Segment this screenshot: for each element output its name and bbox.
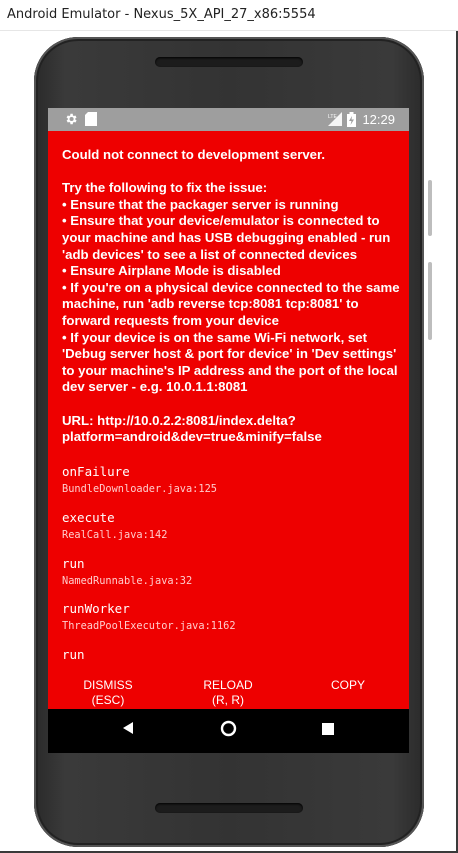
dismiss-button[interactable]: DISMISS (ESC) bbox=[72, 678, 144, 708]
power-button[interactable] bbox=[428, 180, 432, 236]
bottom-speaker-grille bbox=[155, 803, 303, 813]
error-bullet: • Ensure that the packager server is run… bbox=[62, 196, 339, 212]
error-message: Could not connect to development server.… bbox=[62, 147, 402, 446]
error-bullet: • Ensure Airplane Mode is disabled bbox=[62, 263, 281, 279]
stack-frame-file: RealCall.java:142 bbox=[62, 529, 168, 541]
stack-frame-method: onFailure bbox=[62, 464, 130, 479]
stack-frame[interactable]: run bbox=[62, 647, 392, 666]
stack-frame-method: run bbox=[62, 647, 85, 662]
stack-frame-file: BundleDownloader.java:125 bbox=[62, 483, 217, 495]
error-intro: Try the following to fix the issue: bbox=[62, 180, 268, 196]
lte-signal-icon: LTE bbox=[328, 112, 342, 131]
recents-icon[interactable] bbox=[322, 722, 334, 740]
emulator-title-bar: Android Emulator - Nexus_5X_API_27_x86:5… bbox=[0, 0, 458, 31]
error-title: Could not connect to development server. bbox=[62, 147, 326, 162]
redbox-action-bar: DISMISS (ESC) RELOAD (R, R) COPY bbox=[48, 678, 409, 710]
error-bullet: • If you're on a physical device connect… bbox=[62, 279, 400, 328]
gear-icon bbox=[64, 112, 78, 131]
error-bullet: • Ensure that your device/emulator is co… bbox=[62, 213, 391, 262]
device-screen[interactable]: LTE 12:29 Could not connect to developme… bbox=[48, 108, 409, 753]
battery-charging-icon bbox=[347, 112, 356, 132]
top-speaker-grille bbox=[155, 57, 303, 67]
stack-frame-method: runWorker bbox=[62, 601, 130, 616]
stack-frame[interactable]: onFailure BundleDownloader.java:125 bbox=[62, 464, 392, 495]
stack-frame[interactable]: runWorker ThreadPoolExecutor.java:1162 bbox=[62, 601, 392, 632]
stack-frame[interactable]: execute RealCall.java:142 bbox=[62, 510, 392, 541]
stack-frame-file: ThreadPoolExecutor.java:1162 bbox=[62, 620, 236, 632]
navigation-bar bbox=[48, 709, 409, 753]
clock: 12:29 bbox=[362, 112, 395, 127]
stack-frame-method: run bbox=[62, 556, 85, 571]
redbox-error-screen[interactable]: Could not connect to development server.… bbox=[48, 131, 409, 709]
svg-text:LTE: LTE bbox=[328, 114, 337, 120]
stack-frame-file: NamedRunnable.java:32 bbox=[62, 575, 193, 587]
home-icon[interactable] bbox=[220, 720, 237, 742]
back-icon[interactable] bbox=[121, 720, 135, 741]
reload-button[interactable]: RELOAD (R, R) bbox=[192, 678, 264, 708]
error-url: URL: http://10.0.2.2:8081/index.delta?pl… bbox=[62, 412, 322, 445]
copy-button[interactable]: COPY bbox=[312, 678, 384, 693]
sd-card-icon bbox=[85, 112, 97, 131]
stack-frame-method: execute bbox=[62, 510, 115, 525]
volume-rocker[interactable] bbox=[428, 262, 432, 340]
stack-frame[interactable]: run NamedRunnable.java:32 bbox=[62, 556, 392, 587]
error-bullet: • If your device is on the same Wi-Fi ne… bbox=[62, 329, 398, 395]
window-title: Android Emulator - Nexus_5X_API_27_x86:5… bbox=[7, 7, 316, 22]
status-bar: LTE 12:29 bbox=[48, 108, 409, 131]
